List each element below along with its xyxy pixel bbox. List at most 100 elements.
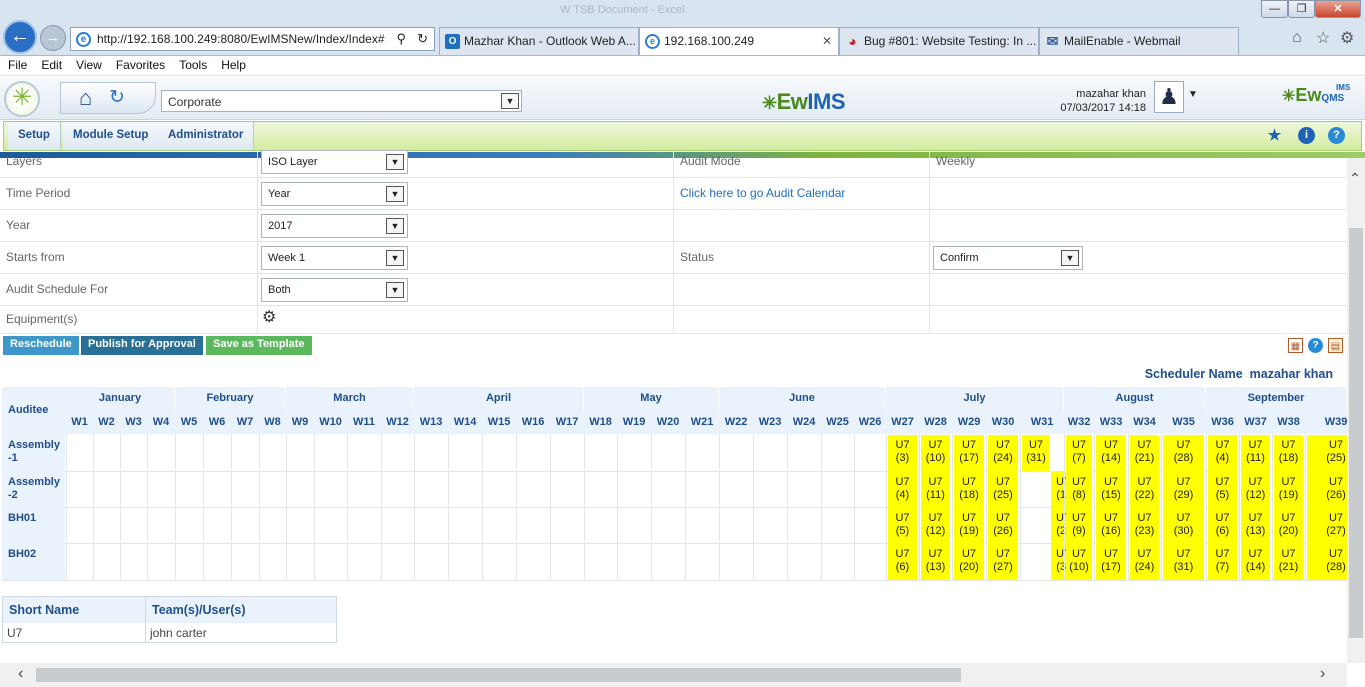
- schedule-cell[interactable]: U7 (19): [954, 508, 984, 543]
- vertical-scroll-thumb[interactable]: [1349, 228, 1363, 638]
- close-window-button[interactable]: ✕: [1315, 0, 1361, 18]
- schedule-cell[interactable]: U7 (7): [1066, 435, 1092, 471]
- tab-ewims[interactable]: e 192.168.100.249 ✕: [639, 27, 839, 55]
- scroll-right-icon[interactable]: ›: [1320, 665, 1325, 683]
- schedule-cell[interactable]: U7 (4): [888, 472, 917, 507]
- audit-calendar-link[interactable]: Click here to go Audit Calendar: [680, 186, 845, 200]
- tab-mailenable[interactable]: ✉ MailEnable - Webmail: [1039, 27, 1239, 55]
- schedule-cell[interactable]: U7 (27): [1307, 508, 1347, 543]
- schedule-cell[interactable]: U7 (22): [1130, 472, 1159, 507]
- home-icon[interactable]: ⌂: [79, 85, 92, 111]
- schedule-cell[interactable]: U7 (25): [988, 472, 1018, 507]
- menu-module-setup[interactable]: Module Setup: [63, 122, 160, 150]
- schedule-cell[interactable]: U7 (21): [1130, 435, 1159, 471]
- reschedule-button[interactable]: Reschedule: [3, 336, 79, 355]
- schedule-cell[interactable]: U7 (25): [1307, 435, 1347, 471]
- schedule-cell[interactable]: U7 (29): [1163, 472, 1204, 507]
- tab-bug[interactable]: ◕ Bug #801: Website Testing: In ...: [839, 27, 1039, 55]
- schedule-cell[interactable]: U7 (23): [1130, 508, 1159, 543]
- schedule-cell[interactable]: U7 (5): [888, 508, 917, 543]
- schedule-cell[interactable]: U7 (20): [954, 544, 984, 580]
- schedule-cell[interactable]: U7 (26): [988, 508, 1018, 543]
- favorites-star-icon[interactable]: ☆: [1316, 28, 1330, 48]
- schedule-cell[interactable]: U7 (31): [1022, 435, 1050, 471]
- schedule-cell[interactable]: U7 (26): [1307, 472, 1347, 507]
- schedule-cell[interactable]: U7 (15): [1096, 472, 1126, 507]
- close-tab-icon[interactable]: ✕: [822, 34, 832, 48]
- maximize-button[interactable]: ❐: [1288, 0, 1315, 18]
- gear-icon[interactable]: ⚙: [1340, 28, 1354, 48]
- schedule-cell[interactable]: U7 (8): [1066, 472, 1092, 507]
- time-period-select[interactable]: Year ▼: [261, 182, 408, 206]
- year-select[interactable]: 2017 ▼: [261, 214, 408, 238]
- schedule-cell[interactable]: U7 (5): [1208, 472, 1237, 507]
- schedule-for-select[interactable]: Both ▼: [261, 278, 408, 302]
- menu-setup[interactable]: Setup: [8, 122, 61, 150]
- info-icon[interactable]: i: [1298, 127, 1315, 144]
- calendar-icon[interactable]: ▦: [1288, 338, 1303, 353]
- schedule-cell[interactable]: U7 (10): [921, 435, 950, 471]
- schedule-cell[interactable]: U7 (30): [1163, 508, 1204, 543]
- schedule-cell[interactable]: U7 (31): [1163, 544, 1204, 580]
- settings-gear-icon[interactable]: ⚙: [262, 309, 276, 327]
- schedule-cell[interactable]: U7 (6): [888, 544, 917, 580]
- schedule-cell[interactable]: U7 (10): [1066, 544, 1092, 580]
- schedule-cell[interactable]: U7 (14): [1241, 544, 1270, 580]
- minimize-button[interactable]: —: [1261, 0, 1288, 18]
- schedule-cell[interactable]: U7 (28): [1307, 544, 1347, 580]
- schedule-cell[interactable]: U7 (14): [1096, 435, 1126, 471]
- schedule-cell[interactable]: U7 (18): [1274, 435, 1303, 471]
- schedule-cell[interactable]: U7 (13): [921, 544, 950, 580]
- schedule-cell[interactable]: U7 (16): [1096, 508, 1126, 543]
- tab-outlook[interactable]: O Mazhar Khan - Outlook Web A...: [439, 27, 639, 55]
- scroll-up-icon[interactable]: ⌃: [1349, 170, 1361, 187]
- refresh-icon[interactable]: ↻: [417, 31, 428, 47]
- schedule-cell[interactable]: U7 (13): [1241, 508, 1270, 543]
- menu-administrator[interactable]: Administrator: [158, 122, 255, 150]
- schedule-cell[interactable]: U7 (28): [1163, 435, 1204, 471]
- schedule-cell[interactable]: U7 (3): [888, 435, 917, 471]
- organization-select[interactable]: Corporate ▼: [161, 90, 522, 112]
- publish-for-approval-button[interactable]: Publish for Approval: [81, 336, 203, 355]
- avatar[interactable]: ♟: [1154, 81, 1184, 113]
- menu-favorites[interactable]: Favorites: [108, 56, 171, 72]
- address-bar[interactable]: e http://192.168.100.249:8080/EwIMSNew/I…: [70, 27, 435, 51]
- help-icon[interactable]: ?: [1328, 127, 1345, 144]
- menu-help[interactable]: Help: [213, 56, 252, 72]
- schedule-cell[interactable]: U7 (9): [1066, 508, 1092, 543]
- user-menu-chevron-icon[interactable]: ▼: [1188, 89, 1198, 100]
- schedule-cell[interactable]: U7 (18): [954, 472, 984, 507]
- schedule-cell[interactable]: U7 (27): [988, 544, 1018, 580]
- menu-view[interactable]: View: [68, 56, 108, 72]
- schedule-cell[interactable]: U7 (24): [988, 435, 1018, 471]
- schedule-cell[interactable]: U7 (12): [1241, 472, 1270, 507]
- schedule-cell[interactable]: U7 (7): [1208, 544, 1237, 580]
- schedule-cell[interactable]: U7 (11): [1241, 435, 1270, 471]
- layers-select[interactable]: ISO Layer ▼: [261, 150, 408, 174]
- schedule-cell[interactable]: U7 (20): [1274, 508, 1303, 543]
- home-icon[interactable]: ⌂: [1292, 29, 1302, 47]
- horizontal-scroll-thumb[interactable]: [36, 668, 961, 682]
- schedule-cell[interactable]: U7 (6): [1208, 508, 1237, 543]
- app-logo-icon[interactable]: ✳: [4, 81, 40, 117]
- starts-from-select[interactable]: Week 1 ▼: [261, 246, 408, 270]
- forward-button[interactable]: →: [40, 25, 66, 51]
- schedule-cell[interactable]: U7 (17): [954, 435, 984, 471]
- search-icon[interactable]: ⚲: [396, 31, 406, 47]
- export-icon[interactable]: ▤: [1328, 338, 1343, 353]
- schedule-cell[interactable]: U7 (24): [1130, 544, 1159, 580]
- schedule-cell[interactable]: U7 (4): [1208, 435, 1237, 471]
- menu-tools[interactable]: Tools: [171, 56, 213, 72]
- back-button[interactable]: ←: [3, 20, 37, 54]
- save-as-template-button[interactable]: Save as Template: [206, 336, 312, 355]
- schedule-cell[interactable]: U7 (12): [921, 508, 950, 543]
- menu-edit[interactable]: Edit: [33, 56, 68, 72]
- refresh-icon[interactable]: ↻: [109, 86, 125, 109]
- schedule-cell[interactable]: U7 (11): [921, 472, 950, 507]
- status-select[interactable]: Confirm ▼: [933, 246, 1083, 270]
- help-icon[interactable]: ?: [1308, 338, 1323, 353]
- pin-icon[interactable]: ★: [1266, 127, 1283, 144]
- scroll-left-icon[interactable]: ‹: [18, 665, 23, 683]
- schedule-cell[interactable]: U7 (21): [1274, 544, 1303, 580]
- menu-file[interactable]: File: [0, 56, 33, 72]
